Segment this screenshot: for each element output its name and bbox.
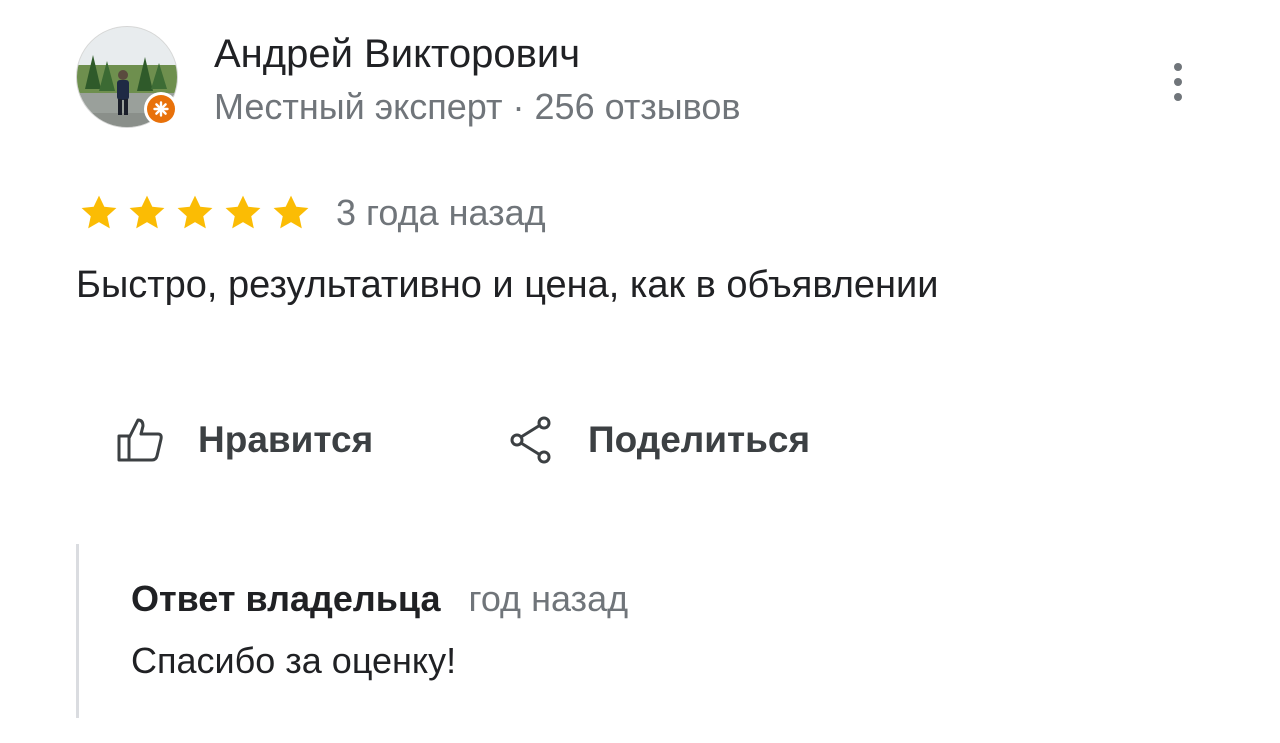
local-guide-badge-icon — [147, 95, 175, 123]
more-options-icon-dot — [1174, 78, 1182, 86]
star-icon — [129, 195, 165, 229]
owner-reply: Ответ владельца год назад Спасибо за оце… — [76, 544, 979, 718]
author-name[interactable]: Андрей Викторович — [214, 32, 580, 77]
owner-reply-text: Спасибо за оценку! — [131, 640, 457, 681]
review-date: 3 года назад — [336, 192, 546, 233]
star-icon — [273, 195, 309, 229]
share-label: Поделиться — [588, 419, 811, 460]
more-options-button[interactable] — [1158, 56, 1198, 108]
author-meta[interactable]: Местный эксперт · 256 отзывов — [214, 86, 741, 128]
like-button[interactable]: Нравится — [116, 410, 373, 470]
star-icon — [225, 195, 261, 229]
share-button[interactable]: Поделиться — [508, 410, 810, 470]
like-label: Нравится — [198, 419, 374, 460]
rating-row: 3 года назад — [76, 188, 546, 238]
local-guide-badge — [144, 92, 178, 126]
author-avatar-container[interactable] — [76, 26, 178, 128]
review-text: Быстро, результативно и цена, как в объя… — [76, 264, 939, 306]
review-card: Андрей Викторович Местный эксперт · 256 … — [0, 0, 1280, 743]
more-options-icon-dot — [1174, 93, 1182, 101]
owner-reply-date: год назад — [468, 578, 629, 619]
star-icon — [81, 195, 117, 229]
star-icon — [177, 195, 213, 229]
share-icon — [510, 416, 551, 464]
owner-reply-header: Ответ владельца год назад — [131, 578, 628, 620]
more-options-icon — [1174, 63, 1182, 71]
thumbs-up-icon — [117, 418, 163, 462]
owner-reply-title: Ответ владельца — [131, 578, 441, 619]
star-rating — [76, 191, 314, 235]
